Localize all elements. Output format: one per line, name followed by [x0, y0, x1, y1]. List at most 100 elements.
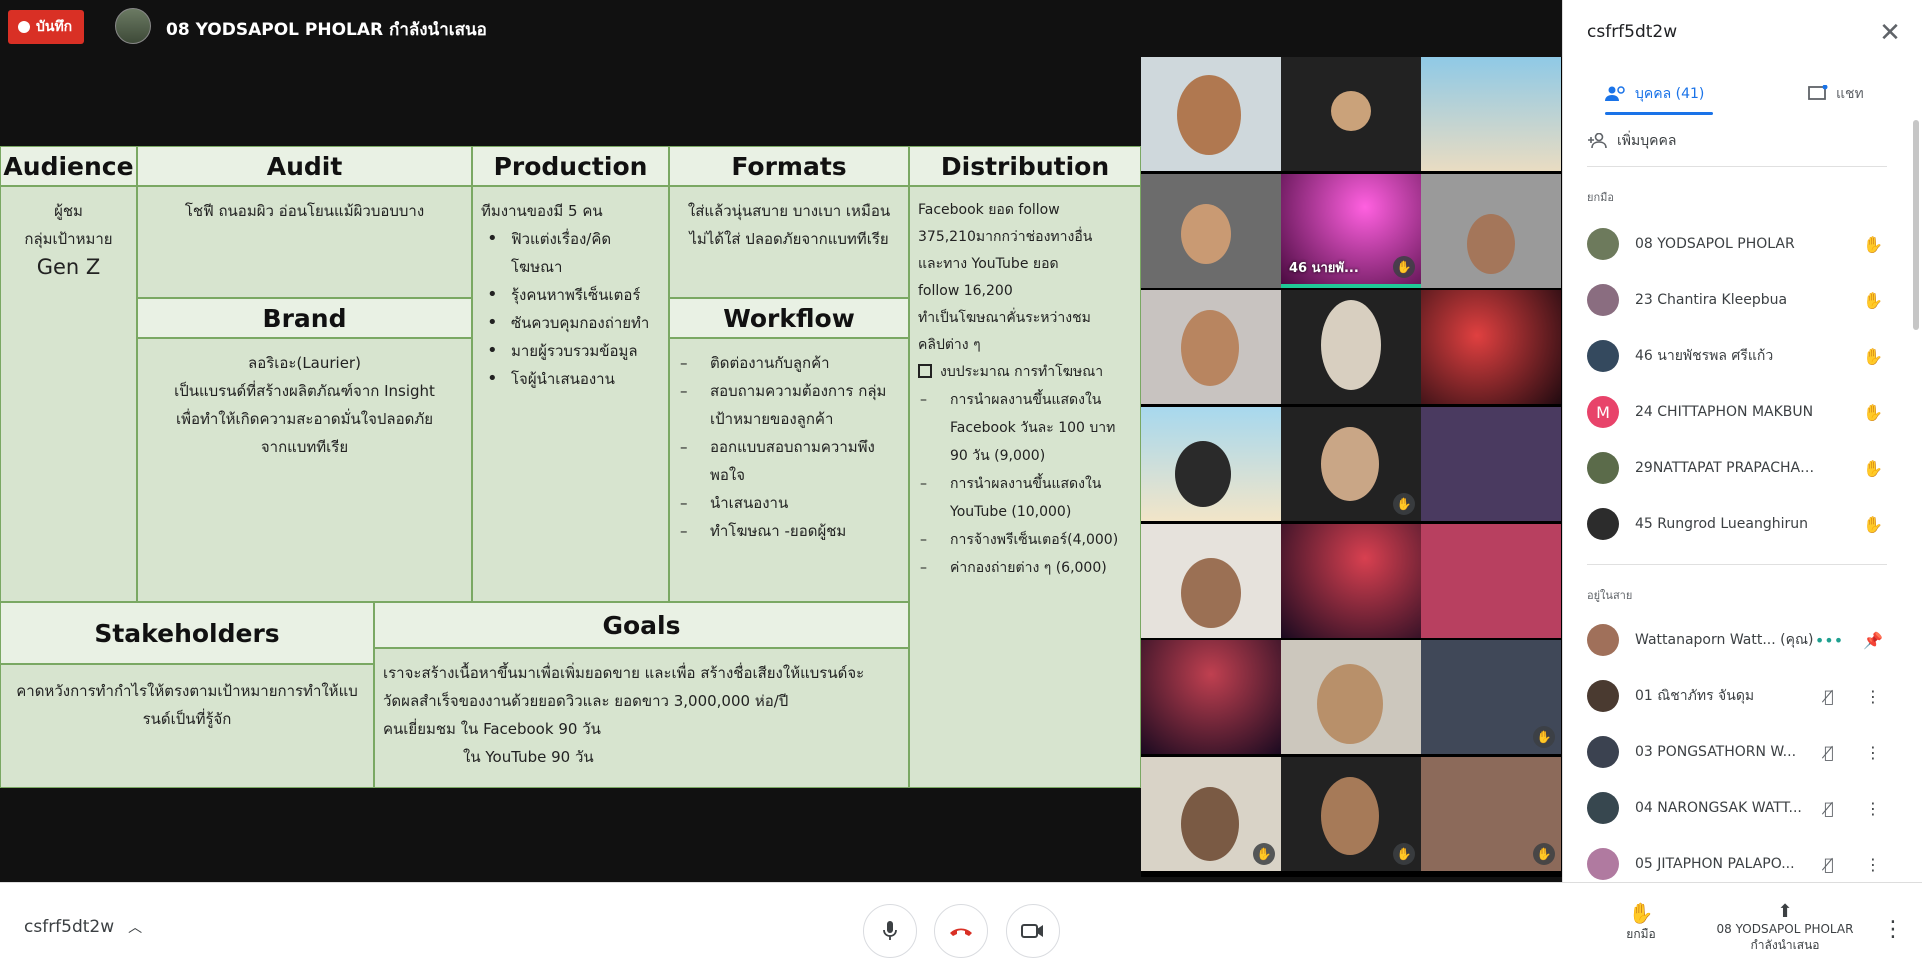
raise-hand-button[interactable]: ✋ ยกมือ	[1620, 901, 1662, 944]
presenting-button[interactable]: ⬆ 08 YODSAPOL PHOLAR กำลังนำเสนอ	[1700, 901, 1870, 955]
participant-row-self[interactable]: Wattanaporn Watt... (คุณ) ••• 📌	[1587, 620, 1901, 660]
recording-badge[interactable]: บันทึก	[8, 10, 85, 44]
panel-scrollbar[interactable]	[1913, 120, 1919, 330]
video-tile[interactable]	[1141, 524, 1281, 638]
divider	[1587, 564, 1887, 565]
divider	[1587, 166, 1887, 167]
people-panel: csfrf5dt2w ✕ บุคคล (41) แชท เพิ่มบุคคล ย…	[1562, 0, 1922, 882]
video-tile[interactable]	[1141, 640, 1281, 754]
video-tile[interactable]	[1421, 174, 1561, 288]
video-tile[interactable]	[1141, 290, 1281, 404]
list-item: ฟิวแต่งเรื่อง/คิดโฆษณา	[485, 225, 660, 281]
video-tile[interactable]	[1421, 57, 1561, 171]
audience-title: Audience	[1, 147, 136, 187]
more-vert-icon: ⋮	[1865, 742, 1881, 762]
lower-hand-button[interactable]: ✋	[1859, 342, 1887, 370]
pin-icon: 📌	[1863, 630, 1883, 650]
presenter-avatar	[115, 8, 151, 44]
close-panel-button[interactable]: ✕	[1876, 20, 1904, 48]
participant-row[interactable]: 01 ณิชาภัทร จันดุม 🎙̸ ⋮	[1587, 676, 1901, 716]
more-vert-icon: ⋮	[1865, 798, 1881, 818]
hand-icon: ✋	[1253, 843, 1275, 865]
list-item: โจผู้นำเสนองาน	[485, 365, 660, 393]
participant-row[interactable]: 23 Chantira Kleepbua ✋	[1587, 280, 1901, 320]
list-item: ค่ากองถ่ายต่าง ๆ (6,000)	[918, 554, 1132, 582]
stakeholders-line2: รนด์เป็นที่รู้จัก	[142, 710, 232, 728]
workflow-list: ติดต่องานกับลูกค้า สอบถามความต้องการ กลุ…	[678, 349, 900, 545]
goals-cell: Goals เราจะสร้างเนื้อหาขึ้นมาเพื่อเพิ่มย…	[374, 602, 909, 788]
avatar	[1587, 340, 1619, 372]
participant-row[interactable]: 29NATTAPAT PRAPACHAIMON... ✋	[1587, 448, 1901, 488]
record-label: บันทึก	[36, 19, 73, 35]
participant-name: Wattanaporn Watt... (คุณ)	[1635, 632, 1814, 648]
video-tile[interactable]: ✋	[1421, 640, 1561, 754]
mic-off-icon: 🎙̸	[1824, 686, 1834, 706]
more-options-button[interactable]: ⋮	[1859, 682, 1887, 710]
distribution-line1: Facebook ยอด follow	[918, 202, 1060, 218]
raised-hands-label: ยกมือ	[1587, 191, 1614, 204]
participant-row[interactable]: 03 PONGSATHORN W... 🎙̸ ⋮	[1587, 732, 1901, 772]
participant-row[interactable]: M 24 CHITTAPHON MAKBUN ✋	[1587, 392, 1901, 432]
brand-line1: ลอริเอะ(Laurier)	[248, 354, 361, 372]
hang-up-button[interactable]	[934, 904, 988, 958]
pin-button[interactable]: 📌	[1859, 626, 1887, 654]
participant-name: 08 YODSAPOL PHOLAR	[1635, 236, 1795, 252]
participant-row[interactable]: 46 นายพัชรพล ศรีแก้ว ✋	[1587, 336, 1901, 376]
production-cell: Production ทีมงานของมี 5 คน ฟิวแต่งเรื่อ…	[472, 146, 669, 602]
shared-slide: Audience ผู้ชม กลุ่มเป้าหมาย Gen Z Audit…	[0, 146, 1141, 788]
lower-hand-button[interactable]: ✋	[1859, 230, 1887, 258]
participant-row[interactable]: 05 JITAPHON PALAPO... 🎙̸ ⋮	[1587, 844, 1901, 884]
mic-button[interactable]	[863, 904, 917, 958]
participant-row[interactable]: 45 Rungrod Lueanghirun ✋	[1587, 504, 1901, 544]
avatar	[1587, 792, 1619, 824]
video-tile[interactable]: ✋	[1421, 757, 1561, 871]
brand-line4: จากแบททีเรีย	[260, 438, 349, 456]
brand-line2: เป็นแบรนด์ที่สร้างผลิตภัณฑ์จาก Insight	[174, 382, 435, 400]
raise-hand-label: ยกมือ	[1626, 927, 1656, 941]
goals-line1: เราจะสร้างเนื้อหาขึ้นมาเพื่อเพิ่มยอดขาย …	[383, 664, 865, 682]
participant-face	[1181, 204, 1231, 264]
video-tile[interactable]	[1141, 174, 1281, 288]
video-tile[interactable]	[1281, 524, 1421, 638]
hand-icon: ✋	[1863, 402, 1883, 422]
more-vert-icon: ⋮	[1865, 854, 1881, 874]
video-tile[interactable]	[1281, 290, 1421, 404]
more-options-button[interactable]: ⋮	[1859, 794, 1887, 822]
hand-icon: ✋	[1863, 514, 1883, 534]
meeting-details-button[interactable]: csfrf5dt2w ︿	[24, 917, 142, 937]
video-tile[interactable]	[1141, 407, 1281, 521]
panel-title: csfrf5dt2w	[1587, 22, 1678, 42]
video-tile[interactable]	[1421, 524, 1561, 638]
more-options-button[interactable]: ⋮	[1882, 917, 1904, 942]
video-tile[interactable]: ✋	[1141, 757, 1281, 871]
video-tile[interactable]	[1141, 57, 1281, 171]
lower-hand-button[interactable]: ✋	[1859, 510, 1887, 538]
lower-hand-button[interactable]: ✋	[1859, 398, 1887, 426]
list-item: การจ้างพรีเซ็นเตอร์(4,000)	[918, 526, 1132, 554]
more-vert-icon: ⋮	[1882, 917, 1904, 942]
tab-chat[interactable]: แชท	[1808, 74, 1864, 114]
distribution-line2: 375,210มากกว่าช่องทางอื่น	[918, 229, 1093, 245]
formats-title: Formats	[670, 147, 908, 187]
avatar	[1587, 452, 1619, 484]
video-tile[interactable]	[1281, 640, 1421, 754]
list-item: การนำผลงานขึ้นแสดงใน Facebook วันละ 100 …	[918, 386, 1132, 470]
brand-line3: เพื่อทำให้เกิดความสะอาดมั่นใจปลอดภัย	[175, 410, 434, 428]
participant-face	[1177, 75, 1241, 155]
video-tile[interactable]	[1421, 407, 1561, 521]
camera-button[interactable]	[1006, 904, 1060, 958]
lower-hand-button[interactable]: ✋	[1859, 454, 1887, 482]
video-tile[interactable]: ✋	[1281, 407, 1421, 521]
video-tile[interactable]: ✋	[1281, 757, 1421, 871]
more-options-button[interactable]: ⋮	[1859, 850, 1887, 878]
more-options-button[interactable]: ⋮	[1859, 738, 1887, 766]
participant-avatar	[1331, 91, 1371, 131]
video-tile[interactable]	[1281, 57, 1421, 171]
add-people-button[interactable]: เพิ่มบุคคล	[1587, 130, 1676, 152]
lower-hand-button[interactable]: ✋	[1859, 286, 1887, 314]
participant-row[interactable]: 04 NARONGSAK WATT... 🎙̸ ⋮	[1587, 788, 1901, 828]
participant-row[interactable]: 08 YODSAPOL PHOLAR ✋	[1587, 224, 1901, 264]
tab-people[interactable]: บุคคล (41)	[1605, 74, 1704, 114]
video-tile-active[interactable]: 46 นายพั... ✋	[1281, 174, 1421, 288]
video-tile[interactable]	[1421, 290, 1561, 404]
